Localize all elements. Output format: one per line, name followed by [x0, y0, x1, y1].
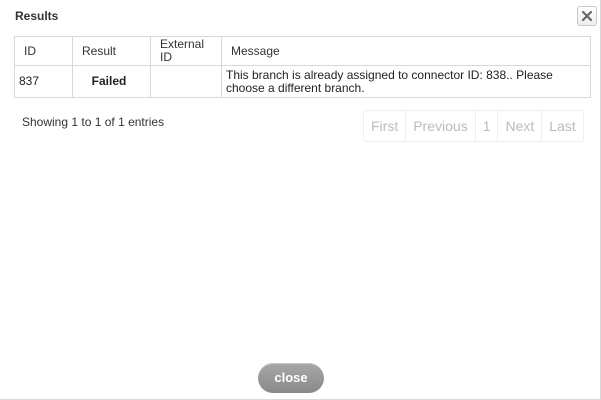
- column-header-result[interactable]: Result: [72, 36, 151, 66]
- pagination-previous[interactable]: Previous: [406, 111, 476, 141]
- pagination-last[interactable]: Last: [542, 111, 582, 141]
- cell-result: Failed: [72, 65, 151, 98]
- cell-message: This branch is already assigned to conne…: [221, 65, 591, 98]
- pagination: First Previous 1 Next Last: [363, 110, 584, 142]
- dialog-close-button[interactable]: [577, 6, 597, 26]
- close-icon: [582, 11, 592, 21]
- pagination-first[interactable]: First: [364, 111, 407, 141]
- close-button[interactable]: close: [258, 363, 324, 393]
- table-header-row: ID Result External ID Message: [14, 36, 591, 66]
- cell-external-id: [150, 65, 222, 98]
- pagination-page-1[interactable]: 1: [476, 111, 499, 141]
- column-header-message[interactable]: Message: [221, 36, 591, 66]
- results-dialog: Results ID Result External ID Message 83…: [0, 0, 601, 400]
- column-header-id[interactable]: ID: [14, 36, 73, 66]
- table-row: 837 Failed This branch is already assign…: [14, 65, 591, 98]
- table-info: Showing 1 to 1 of 1 entries: [22, 115, 165, 129]
- dialog-title: Results: [15, 9, 59, 23]
- cell-id: 837: [14, 65, 73, 98]
- pagination-next[interactable]: Next: [498, 111, 543, 141]
- column-header-external-id[interactable]: External ID: [150, 36, 222, 66]
- results-table: ID Result External ID Message 837 Failed…: [14, 36, 591, 98]
